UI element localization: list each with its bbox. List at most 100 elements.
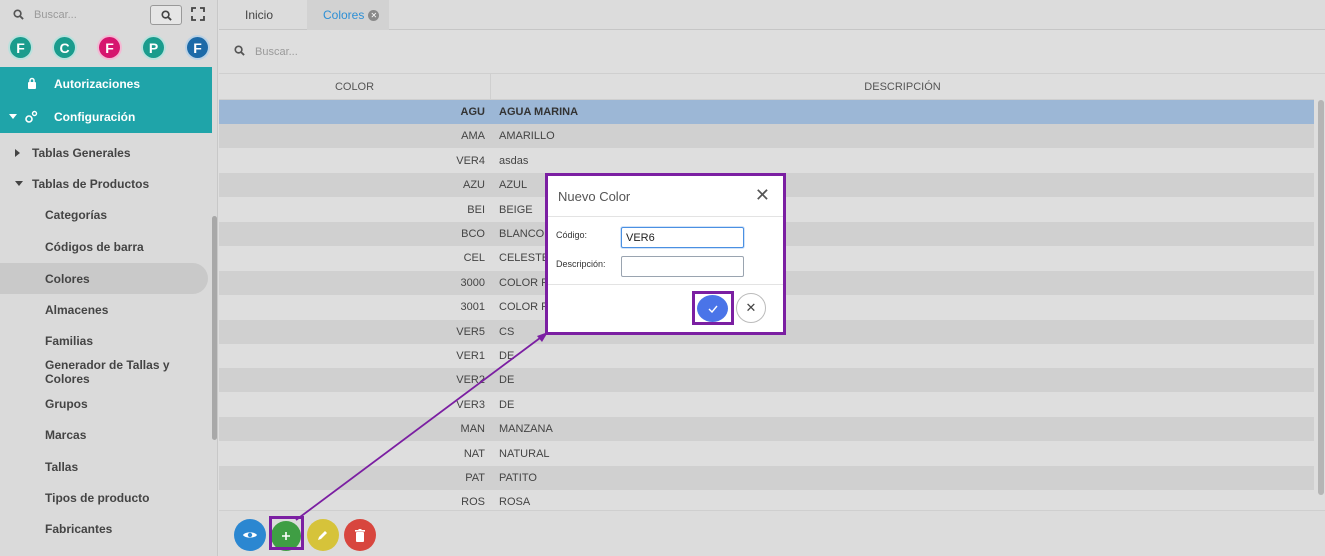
sidebar-item-almacenes[interactable]: Almacenes <box>0 294 210 325</box>
cell-description: DE <box>499 350 515 362</box>
avatar[interactable]: C <box>52 35 77 60</box>
pencil-icon <box>318 531 327 540</box>
sidebar-search: Buscar... <box>0 0 218 30</box>
cell-color-code: VER5 <box>456 325 485 338</box>
column-header-descripcion[interactable]: DESCRIPCIÓN <box>491 74 1314 100</box>
sidebar-item-tallas[interactable]: Tallas <box>0 451 210 482</box>
cell-description: CS <box>499 325 515 338</box>
tab-bar: Inicio Colores ✕ <box>219 0 1325 30</box>
lock-icon <box>28 77 36 89</box>
check-icon <box>708 305 718 313</box>
cell-color-code: AGU <box>460 106 485 118</box>
descripcion-input[interactable] <box>621 256 744 277</box>
sidebar-group-tablas-productos[interactable]: Tablas de Productos <box>0 168 210 199</box>
table-row[interactable]: NAT NATURAL <box>219 442 1314 466</box>
tab-label: Inicio <box>244 8 273 22</box>
cell-color-code: BCO <box>461 228 485 240</box>
cell-color-code: VER3 <box>456 398 485 411</box>
table-scrollbar[interactable] <box>1318 100 1324 495</box>
column-header-label: COLOR <box>334 81 375 93</box>
column-header-color[interactable]: COLOR <box>219 74 491 100</box>
sidebar-item-grupos[interactable]: Grupos <box>0 388 210 419</box>
dialog-title: Nuevo Color <box>558 189 631 204</box>
cell-color-code: 3000 <box>460 276 485 289</box>
table-row[interactable]: VER4 asdas <box>219 149 1314 173</box>
sidebar-search-placeholder[interactable]: Buscar... <box>34 9 77 21</box>
sidebar-section-active: Autorizaciones Configuración <box>0 67 212 133</box>
sidebar-item-autorizaciones[interactable]: Autorizaciones <box>0 67 212 100</box>
gears-icon <box>25 110 38 123</box>
cell-color-code: MAN <box>460 423 485 436</box>
tab-inicio[interactable]: Inicio <box>219 0 299 30</box>
table-search: Buscar... <box>219 31 1325 74</box>
cell-description: AZUL <box>499 179 528 192</box>
avatar-bar: F C F P F <box>8 35 218 61</box>
sidebar-item-label: Tallas <box>45 459 79 474</box>
tab-colores[interactable]: Colores ✕ <box>307 0 389 30</box>
view-button[interactable] <box>234 519 266 551</box>
avatar-letter: F <box>105 39 114 56</box>
search-input[interactable]: Buscar... <box>255 46 298 58</box>
caret-down-icon <box>15 180 23 186</box>
table-row[interactable]: MAN MANZANA <box>219 417 1314 442</box>
table-row[interactable]: ROS ROSA <box>219 490 1314 510</box>
cell-description: NATURAL <box>499 447 550 460</box>
sidebar-item-tipos-producto[interactable]: Tipos de producto <box>0 482 210 513</box>
codigo-label: Código: <box>556 230 588 240</box>
new-color-dialog: Nuevo Color ✕ Código: Descripción: ✕ <box>545 173 786 335</box>
cell-description: ROSA <box>499 496 531 509</box>
highlight-add-button <box>269 516 304 550</box>
avatar-letter: C <box>59 39 70 56</box>
descripcion-label: Descripción: <box>556 259 606 269</box>
eye-icon <box>243 532 257 538</box>
codigo-input[interactable] <box>621 227 744 248</box>
avatar[interactable]: P <box>141 35 166 60</box>
edit-button[interactable] <box>307 519 339 551</box>
table-row[interactable]: VER1 DE <box>219 344 1314 368</box>
cell-color-code: ROS <box>461 496 485 509</box>
cell-color-code: VER2 <box>456 374 485 387</box>
cell-description: DE <box>499 398 515 411</box>
cell-color-code: AMA <box>461 130 485 143</box>
trash-icon <box>355 528 365 542</box>
sidebar-search-button[interactable] <box>150 5 182 25</box>
table-row[interactable]: AMA AMARILLO <box>219 124 1314 149</box>
fullscreen-icon[interactable] <box>191 7 205 21</box>
sidebar-item-codigos-barra[interactable]: Códigos de barra <box>0 231 210 262</box>
sidebar-item-label: Autorizaciones <box>54 76 141 91</box>
cell-color-code: 3001 <box>460 301 485 314</box>
cell-description: AGUA MARINA <box>499 106 579 118</box>
table-row[interactable]: AGU AGUA MARINA <box>219 100 1314 124</box>
table-row[interactable]: VER2 DE <box>219 368 1314 393</box>
cell-description: BEIGE <box>499 203 533 216</box>
delete-button[interactable] <box>344 519 376 551</box>
cancel-button[interactable]: ✕ <box>736 293 766 323</box>
caret-right-icon <box>15 148 20 157</box>
close-tab-icon[interactable]: ✕ <box>368 9 380 21</box>
sidebar-item-label: Códigos de barra <box>45 239 144 254</box>
cell-color-code: VER1 <box>456 350 485 362</box>
cell-color-code: VER4 <box>456 154 485 167</box>
confirm-button[interactable] <box>697 295 728 322</box>
sidebar-item-colores[interactable]: Colores <box>0 263 208 294</box>
sidebar-item-categorias[interactable]: Categorías <box>0 199 210 230</box>
sidebar-item-marcas[interactable]: Marcas <box>0 419 210 450</box>
sidebar-item-configuracion[interactable]: Configuración <box>0 100 212 133</box>
cell-description: MANZANA <box>499 423 553 436</box>
sidebar-item-label: Fabricantes <box>45 521 113 536</box>
sidebar-item-label: Configuración <box>54 109 136 124</box>
avatar[interactable]: F <box>8 35 33 60</box>
caret-down-icon <box>9 114 17 119</box>
sidebar-group-tablas-generales[interactable]: Tablas Generales <box>0 137 210 168</box>
sidebar-item-generador-tallas-colores[interactable]: Generador de Tallas y Colores <box>0 356 210 387</box>
table-row[interactable]: PAT PATITO <box>219 466 1314 490</box>
sidebar-item-fabricantes[interactable]: Fabricantes <box>0 513 210 544</box>
search-icon <box>234 45 245 56</box>
search-icon <box>13 9 24 20</box>
close-icon[interactable]: ✕ <box>755 185 770 206</box>
avatar[interactable]: F <box>97 35 122 60</box>
avatar[interactable]: F <box>185 35 210 60</box>
table-row[interactable]: VER3 DE <box>219 393 1314 417</box>
sidebar-item-familias[interactable]: Familias <box>0 325 210 356</box>
sidebar-scrollbar[interactable] <box>212 216 217 440</box>
